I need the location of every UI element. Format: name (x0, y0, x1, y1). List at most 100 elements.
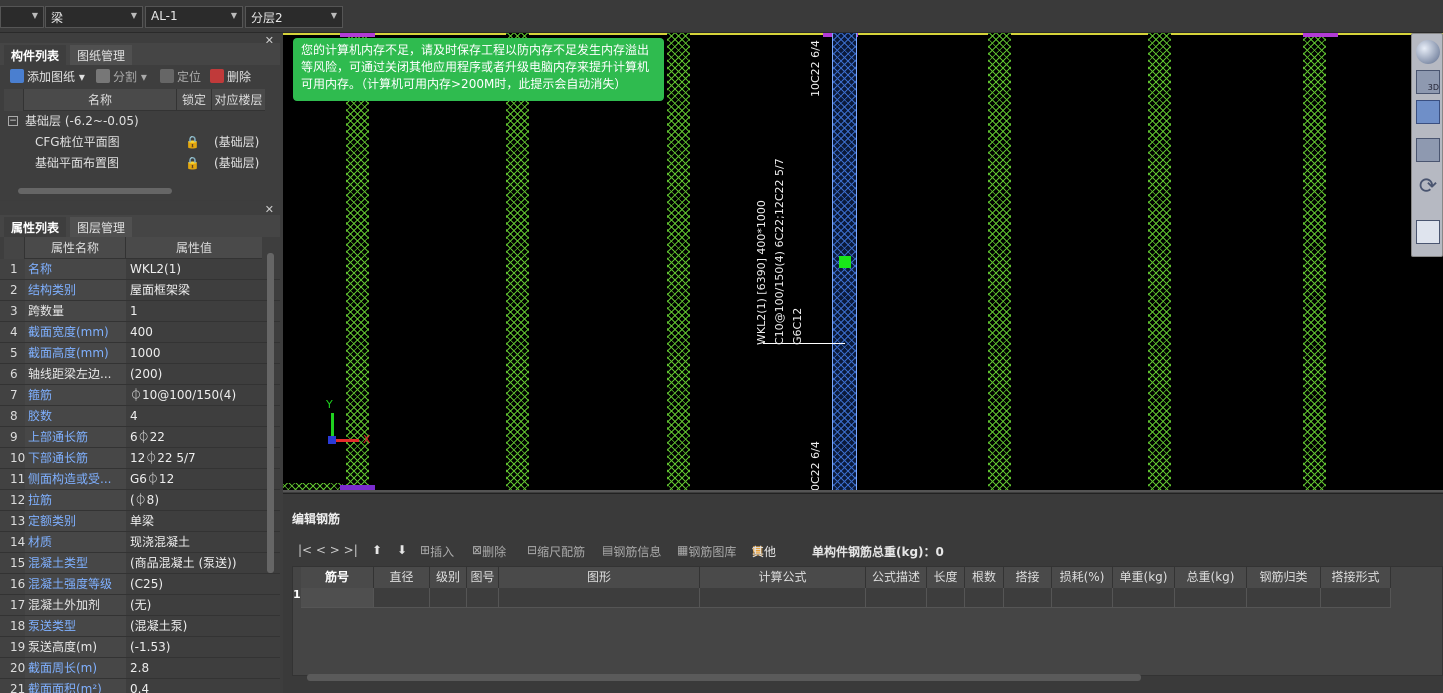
top-view-icon[interactable] (1416, 100, 1440, 124)
property-row[interactable]: 13 定额类别 单梁 (0, 511, 280, 532)
property-value[interactable]: (混凝土泵) (126, 616, 262, 636)
property-row[interactable]: 6 轴线距梁左边... (200) (0, 364, 280, 385)
3d-view-icon[interactable]: 3D (1416, 70, 1440, 94)
component-name-select[interactable]: AL-1 ▼ (145, 6, 243, 28)
property-value[interactable]: 屋面框架梁 (126, 280, 262, 300)
property-row[interactable]: 21 截面面积(m²) 0.4 (0, 679, 280, 693)
property-row[interactable]: 15 混凝土类型 (商品混凝土 (泵送)) (0, 553, 280, 574)
drawing-hscroll[interactable] (18, 188, 172, 194)
tab-component-list[interactable]: 构件列表 (4, 45, 67, 65)
property-row[interactable]: 1 名称 WKL2(1) (0, 259, 280, 280)
property-value[interactable]: 1000 (126, 343, 262, 363)
split-button[interactable]: 分割 ▾ (96, 68, 147, 86)
property-row[interactable]: 17 混凝土外加剂 (无) (0, 595, 280, 616)
property-vscroll[interactable] (267, 253, 274, 573)
collapse-icon[interactable]: − (8, 116, 18, 126)
property-row[interactable]: 20 截面周长(m) 2.8 (0, 658, 280, 679)
property-row[interactable]: 11 侧面构造或受... G6⏀12 (0, 469, 280, 490)
rebar-info-button[interactable]: ▤ 钢筋信息 (602, 543, 661, 559)
property-row[interactable]: 18 泵送类型 (混凝土泵) (0, 616, 280, 637)
property-row[interactable]: 2 结构类别 屋面框架梁 (0, 280, 280, 301)
component-type-select[interactable]: 梁 ▼ (45, 6, 143, 28)
rebar-library-button[interactable]: ▦ 钢筋图库 (677, 543, 736, 559)
property-row[interactable]: 8 胶数 4 (0, 406, 280, 427)
property-value[interactable]: 单梁 (126, 511, 262, 531)
editor-hscroll[interactable] (307, 674, 1141, 681)
orbit-icon[interactable] (1416, 40, 1440, 64)
tab-layer-management[interactable]: 图层管理 (70, 217, 133, 237)
property-row[interactable]: 4 截面宽度(mm) 400 (0, 322, 280, 343)
property-value[interactable]: 6⏀22 (126, 427, 262, 447)
grid-cell[interactable] (430, 588, 467, 608)
property-value[interactable]: 12⏀22 5/7 (126, 448, 262, 468)
beam-grip-handle[interactable] (839, 256, 851, 268)
property-row[interactable]: 7 箍筋 ⏀10@100/150(4) (0, 385, 280, 406)
move-down-icon[interactable]: ⬇ (397, 543, 407, 557)
canvas-hscroll-track[interactable] (283, 490, 1443, 492)
rotate-icon[interactable]: ⟳ (1416, 176, 1440, 200)
drawing-canvas[interactable]: 10C22 6/4 0C22 6/4 WKL2(1) [6390] 400*10… (283, 33, 1443, 492)
drawing-toolbar: 添加图纸 ▾ 分割 ▾ 定位 删除 (0, 65, 280, 89)
property-value[interactable]: (-1.53) (126, 637, 262, 657)
property-row[interactable]: 9 上部通长筋 6⏀22 (0, 427, 280, 448)
axis-origin (328, 436, 336, 444)
delete-row-button[interactable]: ⊠ 删除 (472, 543, 506, 559)
grid-cell[interactable] (374, 588, 430, 608)
property-value[interactable]: 1 (126, 301, 262, 321)
property-value[interactable]: (商品混凝土 (泵送)) (126, 553, 262, 573)
property-value[interactable]: 0.4 (126, 679, 262, 693)
delete-row-label: 删除 (482, 545, 507, 559)
property-value[interactable]: ⏀10@100/150(4) (126, 385, 262, 405)
property-row[interactable]: 14 材质 现浇混凝土 (0, 532, 280, 553)
property-value[interactable]: (C25) (126, 574, 262, 594)
other-button[interactable]: ▣ 其他 ▾ (752, 543, 776, 559)
property-row[interactable]: 12 拉筋 (⏀8) (0, 490, 280, 511)
grid-cell[interactable] (467, 588, 499, 608)
property-value[interactable]: (⏀8) (126, 490, 262, 510)
grid-cell[interactable] (1321, 588, 1391, 608)
grid-cell[interactable] (866, 588, 927, 608)
delete-drawing-button[interactable]: 删除 (210, 68, 251, 86)
property-value[interactable]: WKL2(1) (126, 259, 262, 279)
add-drawing-button[interactable]: 添加图纸 ▾ (10, 68, 85, 86)
grid-cell[interactable] (927, 588, 965, 608)
tree-row-foundation-plan[interactable]: 基础平面布置图 🔒 (基础层) (4, 153, 280, 174)
grid-cell[interactable] (1175, 588, 1247, 608)
property-row[interactable]: 16 混凝土强度等级 (C25) (0, 574, 280, 595)
move-up-icon[interactable]: ⬆ (372, 543, 382, 557)
lock-icon[interactable]: 🔒 (185, 153, 200, 174)
locate-button[interactable]: 定位 (160, 68, 201, 86)
grid-cell[interactable] (965, 588, 1004, 608)
tab-property-list[interactable]: 属性列表 (4, 217, 67, 237)
lock-icon[interactable]: 🔒 (185, 132, 200, 153)
property-value[interactable]: 4 (126, 406, 262, 426)
property-row[interactable]: 19 泵送高度(m) (-1.53) (0, 637, 280, 658)
record-nav[interactable]: |< < > >| (298, 543, 358, 557)
property-value[interactable]: (无) (126, 595, 262, 615)
grid-cell[interactable] (1247, 588, 1321, 608)
grid-cell[interactable] (301, 588, 374, 608)
tree-row-foundation[interactable]: − 基础层 (-6.2~-0.05) (4, 111, 280, 132)
grid-cell[interactable] (499, 588, 700, 608)
property-row[interactable]: 3 跨数量 1 (0, 301, 280, 322)
grid-cell[interactable] (1052, 588, 1113, 608)
grid-cell[interactable] (1004, 588, 1052, 608)
property-value[interactable]: 2.8 (126, 658, 262, 678)
property-value[interactable]: 400 (126, 322, 262, 342)
layer-select[interactable]: 分层2 ▼ (245, 6, 343, 28)
property-value[interactable]: (200) (126, 364, 262, 384)
property-row[interactable]: 5 截面高度(mm) 1000 (0, 343, 280, 364)
insert-button[interactable]: ⊞ 插入 (420, 543, 454, 559)
box-view-icon[interactable] (1416, 138, 1440, 162)
property-value[interactable]: G6⏀12 (126, 469, 262, 489)
grid-cell[interactable] (1113, 588, 1175, 608)
scale-rebar-button[interactable]: ⊟ 缩尺配筋 (527, 543, 585, 559)
property-row[interactable]: 10 下部通长筋 12⏀22 5/7 (0, 448, 280, 469)
property-value[interactable]: 现浇混凝土 (126, 532, 262, 552)
column-hatch (988, 33, 1011, 492)
floor-select[interactable]: ▼ (0, 6, 44, 28)
grid-cell[interactable] (700, 588, 866, 608)
tree-row-cfg[interactable]: CFG桩位平面图 🔒 (基础层) (4, 132, 280, 153)
grid-view-icon[interactable] (1416, 220, 1440, 244)
tab-drawing-management[interactable]: 图纸管理 (70, 45, 133, 65)
